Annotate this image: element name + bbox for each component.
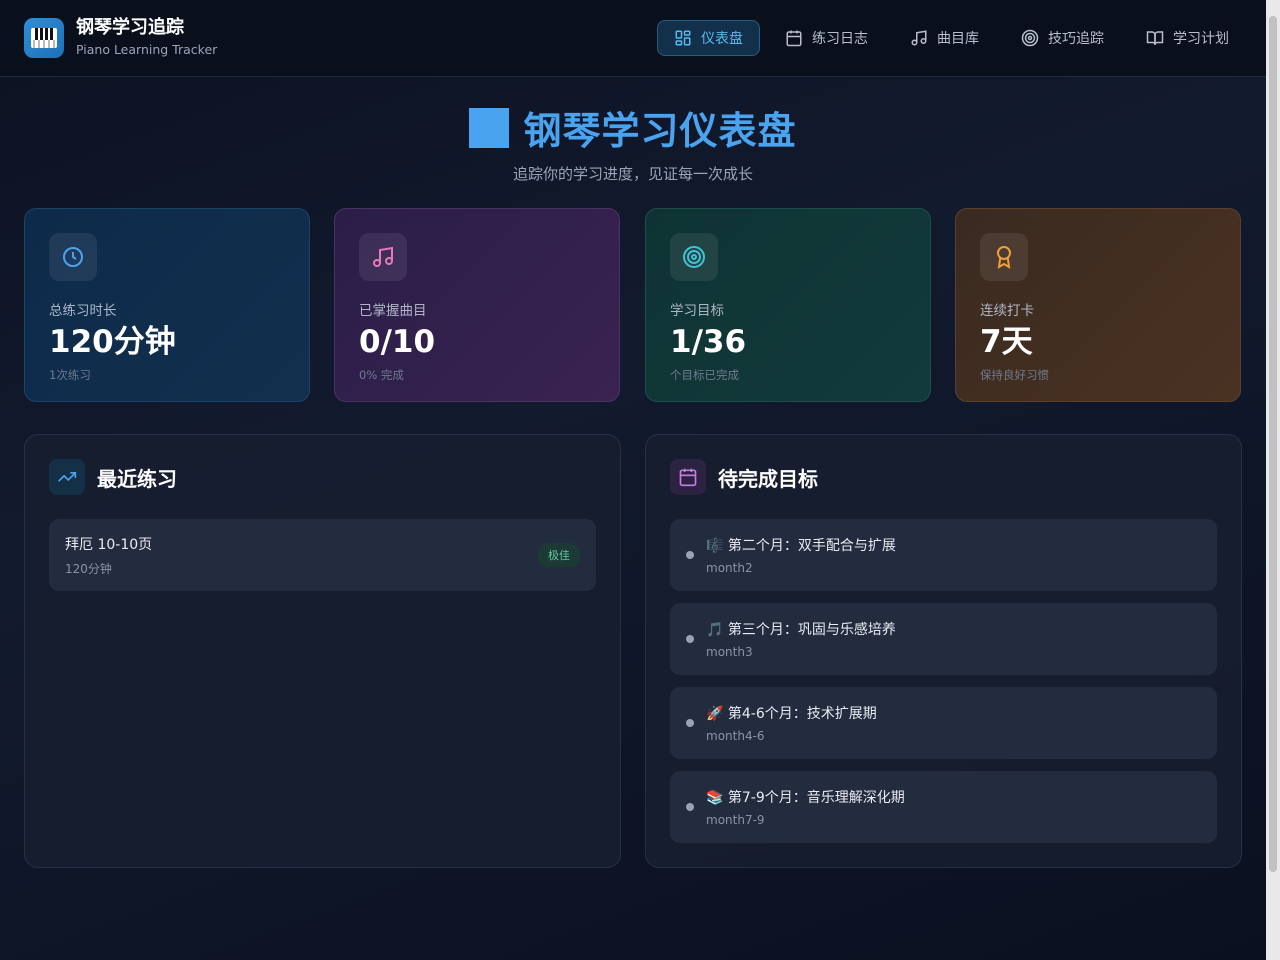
target-icon <box>1021 29 1039 47</box>
stat-value: 0/10 <box>359 324 436 360</box>
bullet-icon <box>686 551 694 559</box>
calendar-icon <box>786 30 802 47</box>
goal-title: 📚 第7-9个月：音乐理解深化期 <box>706 790 905 806</box>
stat-note: 个目标已完成 <box>670 368 739 382</box>
stat-value: 120分钟 <box>49 324 176 360</box>
recent-practice-panel: 最近练习 拜厄 10-10页 120分钟 极佳 <box>24 434 621 868</box>
goal-id: month2 <box>706 561 753 575</box>
music-note-icon <box>911 30 927 46</box>
brand-title: 钢琴学习追踪 <box>76 17 184 38</box>
page-title-text: 钢琴学习仪表盘 <box>523 109 797 153</box>
stat-note: 0% 完成 <box>359 368 404 382</box>
hero: 钢琴学习仪表盘 追踪你的学习进度，见证每一次成长 <box>0 100 1266 184</box>
goal-id: month4-6 <box>706 729 765 743</box>
goal-title: 🎼 第二个月：双手配合与扩展 <box>706 538 896 554</box>
nav-repertoire[interactable]: 曲目库 <box>893 20 996 56</box>
book-icon <box>1146 31 1164 45</box>
stat-card-practice-time: 总练习时长 120分钟 1次练习 <box>24 208 310 402</box>
main-nav: 仪表盘 练习日志 曲目库 技巧追踪 学习计划 <box>657 20 1246 56</box>
calendar-icon <box>670 459 706 495</box>
nav-study-plan[interactable]: 学习计划 <box>1129 20 1246 56</box>
music-note-icon <box>359 233 407 281</box>
panel-title: 最近练习 <box>97 466 177 491</box>
bullet-icon <box>686 719 694 727</box>
nav-repertoire-label: 曲目库 <box>937 31 979 47</box>
stat-card-mastered-pieces: 已掌握曲目 0/10 0% 完成 <box>334 208 620 402</box>
top-bar: 钢琴学习追踪 Piano Learning Tracker 仪表盘 练习日志 曲… <box>0 0 1266 77</box>
scrollbar[interactable] <box>1266 0 1280 960</box>
stat-card-streak: 连续打卡 7天 保持良好习惯 <box>955 208 1241 402</box>
nav-study-plan-label: 学习计划 <box>1173 31 1229 47</box>
clock-icon <box>49 233 97 281</box>
nav-dashboard-label: 仪表盘 <box>701 31 743 47</box>
square-icon <box>469 107 510 148</box>
nav-practice-log-label: 练习日志 <box>812 31 868 47</box>
goal-id: month3 <box>706 645 753 659</box>
goal-id: month7-9 <box>706 813 765 827</box>
goal-row[interactable]: 📚 第7-9个月：音乐理解深化期 month7-9 <box>670 771 1217 843</box>
stat-note: 1次练习 <box>49 368 91 382</box>
scrollbar-thumb[interactable] <box>1269 16 1277 872</box>
piano-icon <box>24 18 64 58</box>
practice-duration: 120分钟 <box>65 561 112 576</box>
page-title: 钢琴学习仪表盘 <box>469 100 796 155</box>
stat-value: 1/36 <box>670 324 747 360</box>
nav-skills[interactable]: 技巧追踪 <box>1004 20 1121 56</box>
brand[interactable]: 钢琴学习追踪 Piano Learning Tracker <box>24 17 217 59</box>
bullet-icon <box>686 635 694 643</box>
stat-label: 连续打卡 <box>980 303 1034 319</box>
pending-goals-panel: 待完成目标 🎼 第二个月：双手配合与扩展 month2 🎵 第三个月：巩固与乐感… <box>645 434 1242 868</box>
dashboard-icon <box>675 30 691 46</box>
award-icon <box>980 233 1028 281</box>
goal-title: 🚀 第4-6个月：技术扩展期 <box>706 706 877 722</box>
target-icon <box>670 233 718 281</box>
nav-skills-label: 技巧追踪 <box>1048 31 1104 47</box>
practice-title: 拜厄 10-10页 <box>65 536 153 553</box>
stat-note: 保持良好习惯 <box>980 368 1049 382</box>
stat-label: 总练习时长 <box>49 303 117 319</box>
goal-row[interactable]: 🎼 第二个月：双手配合与扩展 month2 <box>670 519 1217 591</box>
goal-row[interactable]: 🎵 第三个月：巩固与乐感培养 month3 <box>670 603 1217 675</box>
nav-dashboard[interactable]: 仪表盘 <box>657 20 760 56</box>
page-subtitle: 追踪你的学习进度，见证每一次成长 <box>512 165 753 183</box>
stat-card-goals: 学习目标 1/36 个目标已完成 <box>645 208 931 402</box>
stat-value: 7天 <box>980 324 1033 360</box>
goal-row[interactable]: 🚀 第4-6个月：技术扩展期 month4-6 <box>670 687 1217 759</box>
nav-practice-log[interactable]: 练习日志 <box>768 20 885 56</box>
bullet-icon <box>686 803 694 811</box>
stat-label: 学习目标 <box>670 303 724 319</box>
panel-title: 待完成目标 <box>718 466 818 491</box>
practice-row[interactable]: 拜厄 10-10页 120分钟 极佳 <box>49 519 596 591</box>
rating-badge: 极佳 <box>538 543 580 567</box>
brand-subtitle: Piano Learning Tracker <box>76 42 218 57</box>
trending-up-icon <box>49 459 85 495</box>
stat-label: 已掌握曲目 <box>359 303 427 319</box>
goal-title: 🎵 第三个月：巩固与乐感培养 <box>706 622 896 638</box>
